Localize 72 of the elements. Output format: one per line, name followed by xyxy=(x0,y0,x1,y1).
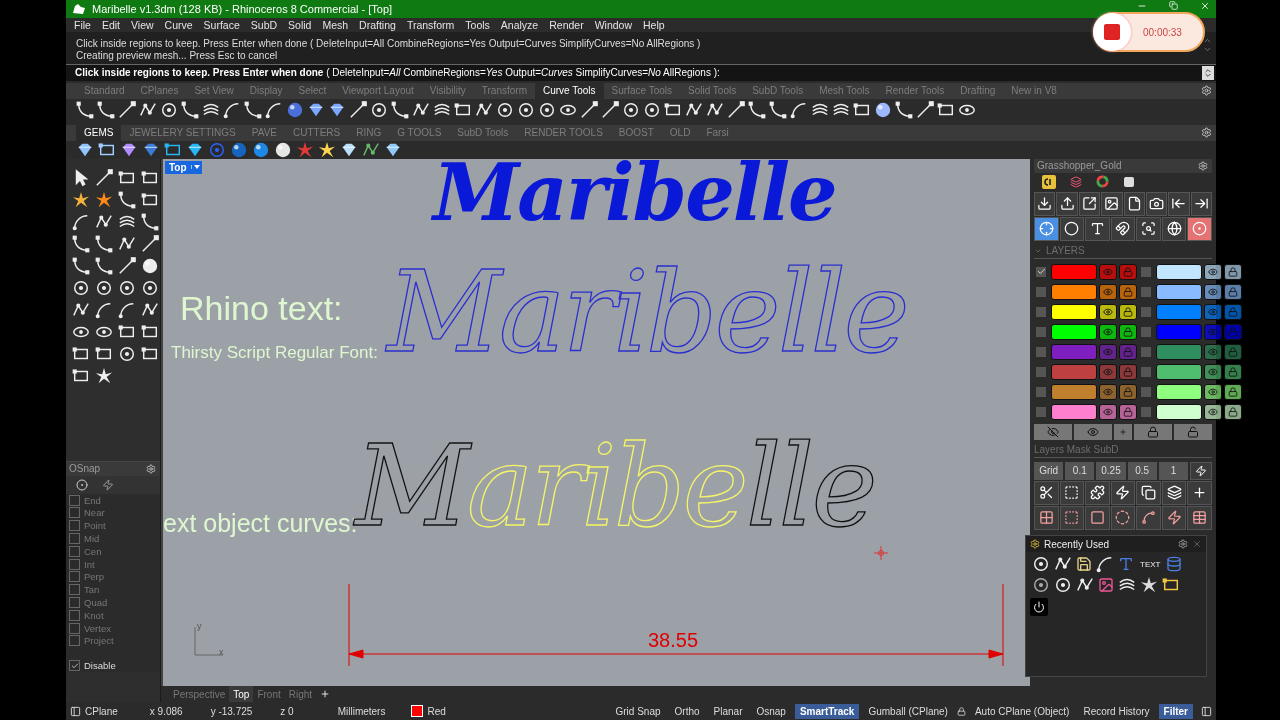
section-title: Layers Mask SubD xyxy=(1034,444,1119,456)
checkbox-label: Vertex xyxy=(84,622,111,634)
viewport-tab[interactable]: Perspective xyxy=(169,686,230,703)
status-toggle[interactable]: Auto CPlane (Object) xyxy=(969,703,1075,719)
text-tool-button[interactable]: TEXT xyxy=(1138,559,1163,569)
menu-item[interactable]: Drafting xyxy=(359,18,396,31)
grid-button[interactable]: 0.5 xyxy=(1127,461,1157,480)
cplane-label[interactable]: CPlane xyxy=(85,705,118,717)
checkbox-label: Knot xyxy=(84,609,104,621)
status-toggle[interactable]: Filter xyxy=(1158,703,1193,719)
menu-item[interactable]: Analyze xyxy=(500,18,539,31)
status-toggle[interactable]: Planar xyxy=(708,703,748,719)
coordinate-y: y -13.725 xyxy=(210,705,253,717)
axis-label: y xyxy=(197,620,202,631)
menu-item[interactable]: Help xyxy=(643,18,665,31)
section-title: LAYERS xyxy=(1046,245,1085,257)
menu-item[interactable]: File xyxy=(74,18,91,31)
viewport-tab[interactable]: Front xyxy=(253,686,285,703)
axis-label: x xyxy=(219,646,224,657)
panel-title: Grasshopper_Gold xyxy=(1037,160,1122,172)
grid-button[interactable]: 0.25 xyxy=(1096,461,1126,480)
grid-button[interactable]: 0.1 xyxy=(1065,461,1095,480)
checkbox-label: Perp xyxy=(84,571,105,583)
panel-title: OSnap xyxy=(69,463,101,475)
viewport[interactable]: Top Maribelle Rhino text: Thirsty Script Regular Font:Maribelle ext object curves:Maribelle 38.55 y x xyxy=(161,158,1030,687)
menu-item[interactable]: Mesh xyxy=(322,18,349,31)
recording-time: 00:00:33 xyxy=(1143,26,1182,38)
status-toggle[interactable]: Ortho xyxy=(669,703,705,719)
viewport-tab[interactable]: Top xyxy=(229,686,254,703)
grid-button[interactable]: Grid xyxy=(1034,461,1064,480)
menu-item[interactable]: Tools xyxy=(465,18,490,31)
viewport-tab[interactable]: Right xyxy=(284,686,317,703)
toolbar-title: Recently Used xyxy=(1044,538,1110,550)
coordinate-x: x 9.086 xyxy=(149,705,183,717)
menu-item[interactable]: Edit xyxy=(101,18,120,31)
checkbox-label: Quad xyxy=(84,596,108,608)
checkbox-label: Project xyxy=(84,635,114,647)
dimension-value: 38.55 xyxy=(648,628,699,652)
status-toggle[interactable]: Gumball (CPlane) xyxy=(863,703,953,719)
command-history-line: Creating preview mesh... Press Esc to cancel xyxy=(76,49,278,62)
checkbox-label: Mid xyxy=(84,532,100,544)
viewport-label[interactable]: Top xyxy=(165,160,202,174)
checkbox-label: End xyxy=(84,494,101,506)
menu-item[interactable]: View xyxy=(131,18,154,31)
status-toggle[interactable]: SmartTrack xyxy=(794,703,860,719)
checkbox-label: Cen xyxy=(84,545,102,557)
status-toggle[interactable]: Record History xyxy=(1078,703,1155,719)
menu-item[interactable]: Window xyxy=(594,18,632,31)
grid-button[interactable]: 1 xyxy=(1158,461,1188,480)
viewport-text: Thirsty Script Regular Font: xyxy=(171,342,378,363)
menu-item[interactable]: Transform xyxy=(406,18,455,31)
window-title: Maribelle v1.3dm (128 KB) - Rhinoceros 8 Commercial - [Top] xyxy=(92,3,393,15)
menu-item[interactable]: Solid xyxy=(288,18,312,31)
checkbox-label: Point xyxy=(84,520,106,532)
coordinate-z: z 0 xyxy=(280,705,294,717)
status-toggle[interactable]: Osnap xyxy=(751,703,791,719)
script-lettering: Maribelle xyxy=(433,158,836,238)
toolbar-tab[interactable]: Curve Tools xyxy=(534,82,604,99)
menu-item[interactable]: Curve xyxy=(164,18,193,31)
checkbox-label: Near xyxy=(84,507,105,519)
units-label[interactable]: Millimeters xyxy=(337,705,386,717)
viewport-text: Rhino text: xyxy=(180,288,343,328)
checkbox-label: Disable xyxy=(84,660,116,672)
command-history-line: Click inside regions to keep. Press Enter when done ( DeleteInput=All CombineRegions=Yes Output=Curves SimplifyCurves=No AllRegions ) xyxy=(76,37,701,50)
menu-item[interactable]: Surface xyxy=(203,18,240,31)
layer-name[interactable]: Red xyxy=(427,705,446,717)
menu-item[interactable]: Render xyxy=(549,18,584,31)
checkbox-label: Tan xyxy=(84,584,100,596)
menu-item[interactable]: SubD xyxy=(250,18,278,31)
status-toggle[interactable]: Grid Snap xyxy=(610,703,666,719)
plugin-tab[interactable]: GEMS xyxy=(76,124,122,141)
checkbox-label: Int xyxy=(84,558,95,570)
